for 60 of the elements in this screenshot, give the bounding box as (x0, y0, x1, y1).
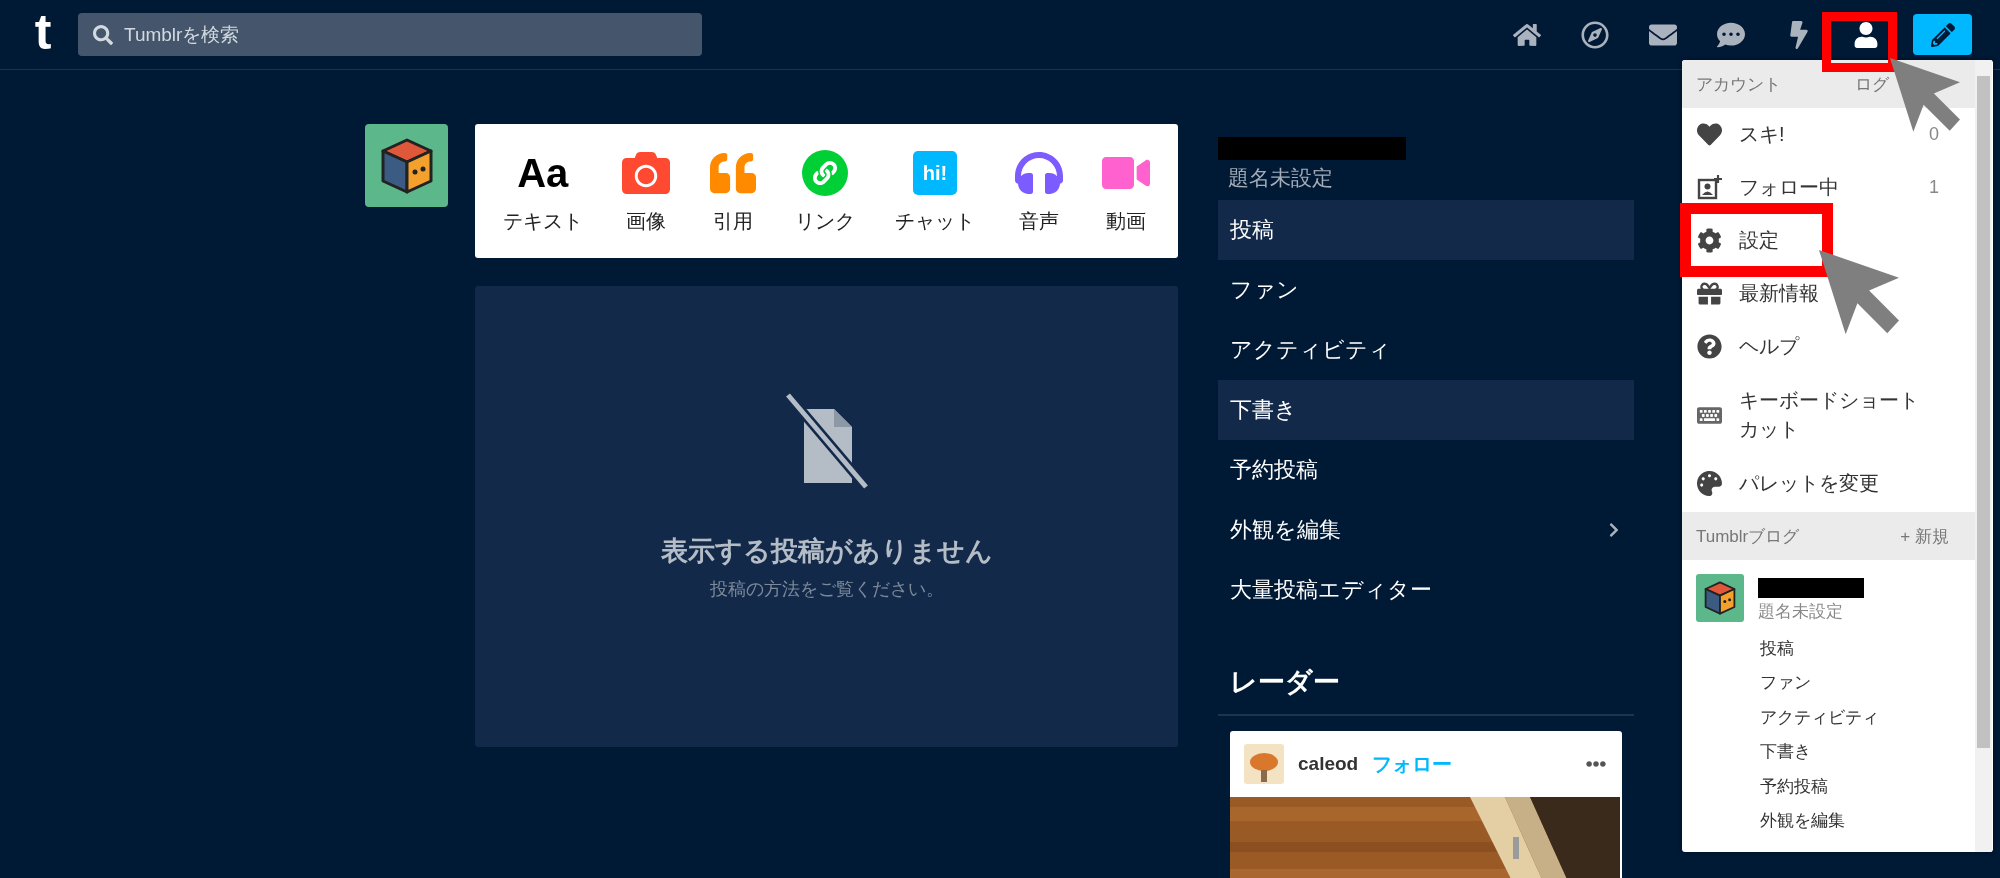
post-type-button[interactable]: 画像 (622, 147, 671, 235)
add-contact-icon (1697, 175, 1722, 200)
gear-icon (1697, 228, 1722, 253)
blog-submenu-item[interactable]: 外観を編集 (1682, 803, 1975, 838)
blog-menu-item[interactable]: 投稿 (1218, 200, 1634, 260)
section-title: アカウント (1696, 73, 1781, 96)
avatar[interactable] (1244, 744, 1284, 784)
text-type-icon: Aa (517, 152, 569, 193)
logout-link[interactable]: ログ (1855, 72, 1889, 96)
menu-item[interactable]: ヘルプ (1697, 331, 1799, 362)
blog-menu-item[interactable]: 大量投稿エディター (1218, 560, 1634, 620)
compass-icon[interactable] (1581, 20, 1609, 49)
empty-title: 表示する投稿がありません (660, 535, 993, 568)
blog-submenu-item[interactable]: ファン (1682, 665, 1975, 700)
item-count: 1 (1929, 177, 1939, 198)
blog-subtitle: 題名未設定 (1758, 601, 1844, 623)
gift-icon (1697, 281, 1722, 306)
blog-menu-item[interactable]: 外観を編集 (1218, 500, 1634, 560)
item-count: 0 (1929, 124, 1939, 145)
blog-submenu-item[interactable]: 投稿 (1682, 631, 1975, 666)
blog-subtitle: 題名未設定 (1227, 165, 1334, 191)
blog-menu-item[interactable]: アクティビティ (1218, 320, 1634, 380)
account-icon[interactable] (1853, 21, 1879, 48)
post-type-button[interactable]: リンク (795, 147, 856, 235)
post-type-button[interactable]: hi! チャット (895, 147, 976, 235)
username[interactable]: caleod (1298, 753, 1359, 775)
menu-item[interactable]: スキ! (1697, 119, 1785, 150)
post-type-button[interactable]: 動画 (1102, 147, 1151, 235)
blog-menu-item[interactable]: ファン (1218, 260, 1634, 320)
post-type-button[interactable]: 引用 (709, 147, 756, 235)
blog-submenu-item[interactable]: 下書き (1682, 734, 1975, 769)
menu-item[interactable]: キーボードショートカット (1697, 384, 1921, 446)
pencil-icon (1930, 22, 1955, 47)
blog-submenu-item[interactable]: 予約投稿 (1682, 769, 1975, 804)
blog-menu-item[interactable]: 下書き (1218, 380, 1634, 440)
cube-avatar-icon (1702, 580, 1738, 616)
post-type-button[interactable]: 音声 (1014, 147, 1063, 235)
new-blog-link[interactable]: + 新規 (1900, 524, 1949, 548)
menu-item[interactable]: パレットを変更 (1697, 468, 1879, 499)
help-icon (1697, 334, 1722, 359)
chat-type-icon: hi! (913, 150, 958, 195)
search-field[interactable]: Tumblrを検索 (78, 13, 702, 56)
search-icon (93, 25, 113, 45)
empty-subtitle: 投稿の方法をご覧ください。 (709, 578, 944, 601)
heart-icon (1697, 122, 1722, 147)
blog-avatar[interactable] (365, 124, 448, 207)
palette-icon (1697, 471, 1722, 496)
section-title: Tumblrブログ (1696, 525, 1800, 548)
radar-heading: レーダー (1218, 664, 1634, 716)
link-icon (801, 148, 850, 197)
tumblr-logo[interactable]: t (26, 6, 60, 57)
blog-avatar[interactable] (1696, 574, 1744, 622)
compose-button[interactable] (1913, 14, 1972, 55)
blog-menu-item[interactable]: 予約投稿 (1218, 440, 1634, 500)
menu-item[interactable]: フォロー中 (1697, 172, 1839, 203)
menu-item[interactable]: 設定 (1697, 225, 1779, 256)
post-type-button[interactable]: Aa テキスト (502, 147, 583, 235)
blog-submenu-item[interactable]: アクティビティ (1682, 700, 1975, 735)
menu-item[interactable]: 最新情報 (1697, 278, 1819, 309)
scrollbar[interactable] (1975, 60, 1992, 852)
